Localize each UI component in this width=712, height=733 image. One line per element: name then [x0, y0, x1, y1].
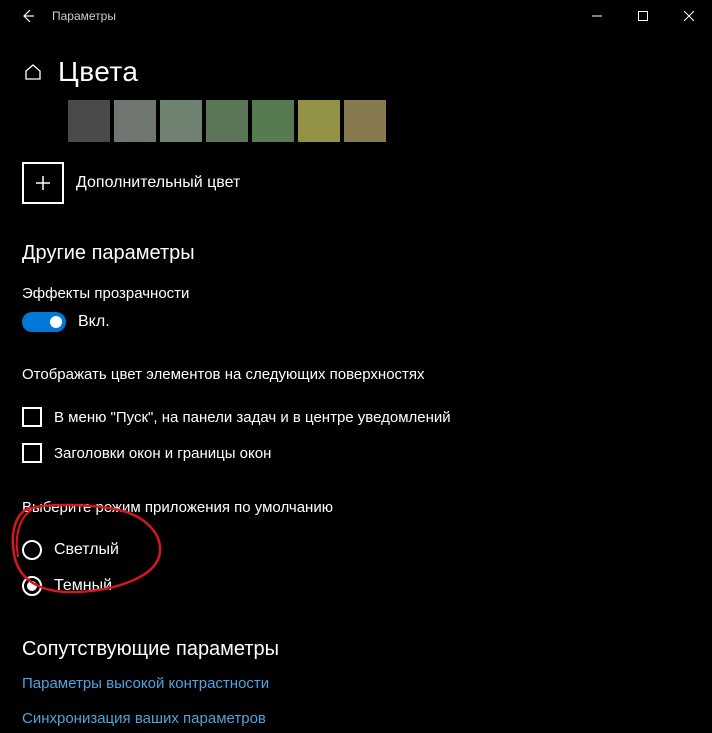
- color-swatches: [22, 100, 690, 142]
- checkbox-start-taskbar[interactable]: В меню "Пуск", на панели задач и в центр…: [22, 407, 690, 427]
- radio-dark[interactable]: Темный: [22, 576, 690, 596]
- color-swatch[interactable]: [298, 100, 340, 142]
- titlebar: Параметры: [0, 0, 712, 32]
- custom-color-label: Дополнительный цвет: [76, 174, 240, 192]
- radio-icon: [22, 540, 42, 560]
- window-title: Параметры: [48, 9, 116, 23]
- maximize-button[interactable]: [620, 0, 666, 32]
- radio-label: Темный: [54, 577, 112, 595]
- transparency-state: Вкл.: [78, 313, 110, 331]
- link-high-contrast[interactable]: Параметры высокой контрастности: [22, 675, 690, 692]
- back-button[interactable]: [8, 0, 48, 32]
- color-swatch[interactable]: [114, 100, 156, 142]
- page-header: Цвета: [0, 32, 712, 100]
- color-swatch[interactable]: [68, 100, 110, 142]
- radio-light[interactable]: Светлый: [22, 540, 690, 560]
- home-icon: [23, 62, 43, 82]
- app-mode-label: Выберите режим приложения по умолчанию: [22, 499, 690, 516]
- color-swatch[interactable]: [252, 100, 294, 142]
- custom-color-row: Дополнительный цвет: [22, 162, 690, 204]
- content: Дополнительный цвет Другие параметры Эфф…: [0, 100, 712, 727]
- custom-color-button[interactable]: [22, 162, 64, 204]
- checkbox-icon: [22, 443, 42, 463]
- checkbox-label: В меню "Пуск", на панели задач и в центр…: [54, 409, 451, 426]
- close-button[interactable]: [666, 0, 712, 32]
- color-swatch[interactable]: [206, 100, 248, 142]
- plus-icon: [35, 175, 51, 191]
- page-title: Цвета: [58, 56, 139, 88]
- minimize-button[interactable]: [574, 0, 620, 32]
- home-button[interactable]: [22, 61, 44, 83]
- checkbox-icon: [22, 407, 42, 427]
- radio-label: Светлый: [54, 541, 119, 559]
- link-sync-settings[interactable]: Синхронизация ваших параметров: [22, 710, 690, 727]
- color-swatch[interactable]: [22, 100, 64, 142]
- arrow-left-icon: [20, 8, 36, 24]
- color-swatch[interactable]: [344, 100, 386, 142]
- close-icon: [684, 11, 694, 21]
- transparency-label: Эффекты прозрачности: [22, 285, 690, 302]
- other-params-heading: Другие параметры: [22, 242, 690, 265]
- minimize-icon: [592, 11, 602, 21]
- checkbox-titlebars[interactable]: Заголовки окон и границы окон: [22, 443, 690, 463]
- transparency-toggle[interactable]: [22, 312, 66, 332]
- checkbox-label: Заголовки окон и границы окон: [54, 445, 271, 462]
- transparency-toggle-row: Вкл.: [22, 312, 690, 332]
- maximize-icon: [638, 11, 648, 21]
- related-heading: Сопутствующие параметры: [22, 638, 690, 661]
- radio-icon: [22, 576, 42, 596]
- color-swatch[interactable]: [160, 100, 202, 142]
- accent-surfaces-label: Отображать цвет элементов на следующих п…: [22, 366, 690, 383]
